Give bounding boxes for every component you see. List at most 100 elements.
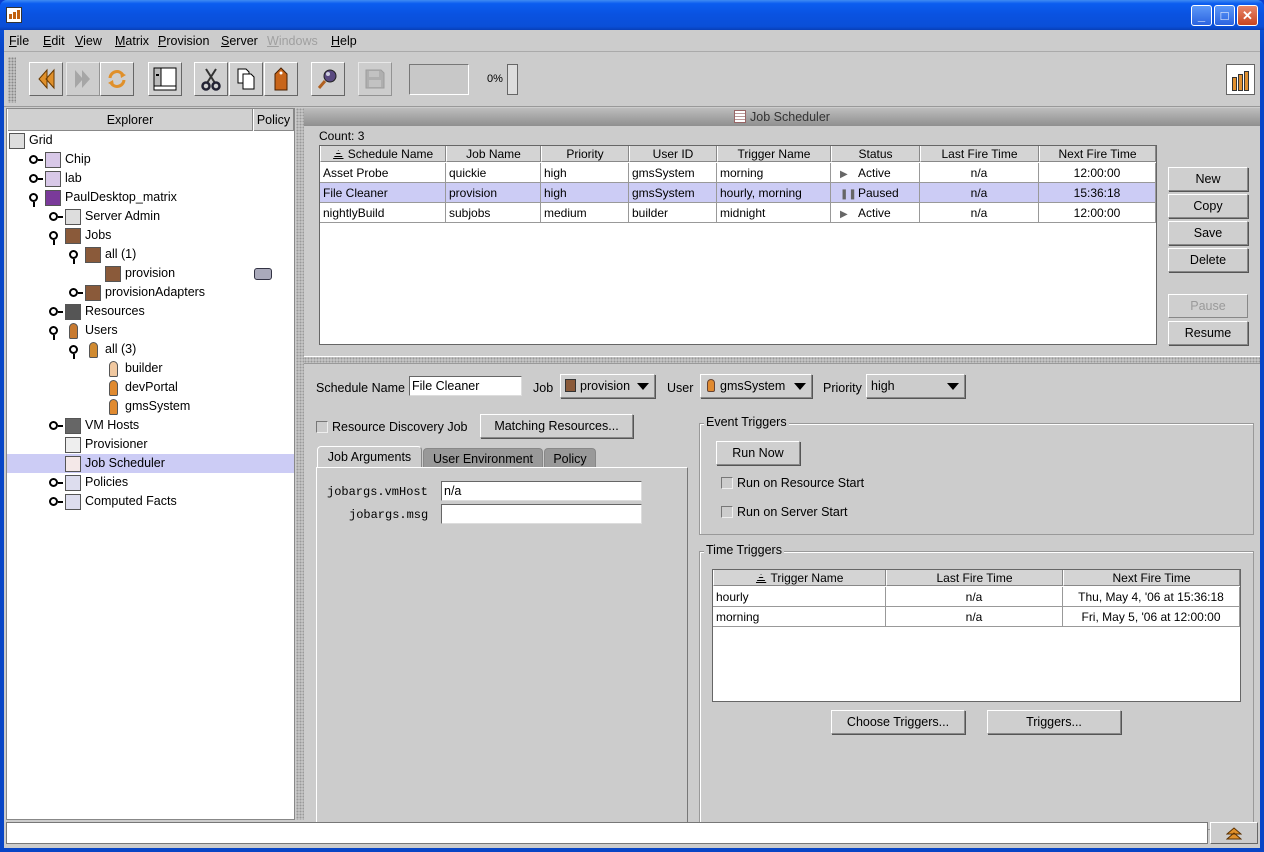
column-header[interactable]: Job Name: [446, 146, 541, 162]
collapse-toggle-icon[interactable]: [29, 193, 38, 207]
column-header[interactable]: Next Fire Time: [1063, 570, 1240, 586]
vertical-splitter[interactable]: [296, 108, 304, 820]
horizontal-splitter[interactable]: [304, 356, 1260, 364]
toolbar-grip[interactable]: [8, 57, 16, 103]
refresh-button[interactable]: [100, 62, 134, 96]
collapse-toggle-icon[interactable]: [49, 231, 58, 245]
scheduler-icon: [65, 456, 81, 472]
schedule-name-input[interactable]: File Cleaner: [409, 376, 522, 396]
column-header[interactable]: Last Fire Time: [886, 570, 1063, 586]
tree-item[interactable]: PaulDesktop_matrix: [7, 188, 294, 207]
run-on-resource-start-checkbox[interactable]: [721, 477, 733, 489]
collapse-toggle-icon[interactable]: [69, 250, 78, 264]
new-button[interactable]: New: [1168, 167, 1248, 191]
expand-toggle-icon[interactable]: [49, 421, 63, 430]
maximize-button[interactable]: □: [1214, 5, 1235, 26]
tree-item[interactable]: lab: [7, 169, 294, 188]
app-icon: [6, 7, 22, 23]
status-bar: [6, 822, 1208, 844]
tree-item-label: builder: [125, 361, 163, 375]
policy-tab[interactable]: Policy: [253, 109, 294, 131]
triggers-button[interactable]: Triggers...: [987, 710, 1121, 734]
tree-item[interactable]: Provisioner: [7, 435, 294, 454]
column-header[interactable]: User ID: [629, 146, 717, 162]
tree-item[interactable]: Resources: [7, 302, 294, 321]
folder-icon: [65, 475, 81, 491]
tree-item[interactable]: devPortal: [7, 378, 294, 397]
tree-item[interactable]: builder: [7, 359, 294, 378]
menu-matrix[interactable]: Matrix: [115, 34, 149, 48]
tab-policy[interactable]: Policy: [544, 448, 596, 468]
cut-button[interactable]: [194, 62, 228, 96]
column-header[interactable]: Status: [831, 146, 920, 162]
job-dropdown[interactable]: provision: [560, 374, 655, 398]
column-header[interactable]: Last Fire Time: [920, 146, 1039, 162]
tab-job-arguments[interactable]: Job Arguments: [317, 446, 422, 468]
expand-console-button[interactable]: [1210, 822, 1258, 844]
tree-item[interactable]: Chip: [7, 150, 294, 169]
expand-toggle-icon[interactable]: [69, 288, 83, 297]
policy-badge-icon[interactable]: [254, 268, 272, 280]
menu-edit[interactable]: Edit: [43, 34, 65, 48]
tree-item[interactable]: all (3): [7, 340, 294, 359]
tree-item[interactable]: provision: [7, 264, 294, 283]
column-header[interactable]: Schedule Name: [320, 146, 446, 162]
tree-item[interactable]: Grid: [7, 131, 294, 150]
tree-item[interactable]: gmsSystem: [7, 397, 294, 416]
menu-view[interactable]: View: [75, 34, 102, 48]
column-header[interactable]: Trigger Name: [713, 570, 886, 586]
schedule-name-label: Schedule Name: [316, 381, 405, 395]
delete-button[interactable]: Delete: [1168, 248, 1248, 272]
menu-provision[interactable]: Provision: [158, 34, 209, 48]
back-button[interactable]: [29, 62, 63, 96]
expand-toggle-icon[interactable]: [29, 155, 43, 164]
expand-toggle-icon[interactable]: [49, 478, 63, 487]
tree-item[interactable]: Users: [7, 321, 294, 340]
chart-button[interactable]: [1226, 64, 1255, 95]
arg-value-vmhost-input[interactable]: n/a: [441, 481, 642, 501]
matching-resources-button[interactable]: Matching Resources...: [480, 414, 633, 438]
run-now-button[interactable]: Run Now: [716, 441, 800, 465]
minimize-button[interactable]: _: [1191, 5, 1212, 26]
save-button[interactable]: Save: [1168, 221, 1248, 245]
resume-button[interactable]: Resume: [1168, 321, 1248, 345]
expand-toggle-icon[interactable]: [49, 497, 63, 506]
copy-schedule-button[interactable]: Copy: [1168, 194, 1248, 218]
tree-item[interactable]: Computed Facts: [7, 492, 294, 511]
paste-button[interactable]: [264, 62, 298, 96]
tree-item[interactable]: provisionAdapters: [7, 283, 294, 302]
resource-discovery-checkbox[interactable]: [316, 421, 328, 433]
collapse-toggle-icon[interactable]: [49, 326, 58, 340]
expand-toggle-icon[interactable]: [49, 212, 63, 221]
expand-toggle-icon[interactable]: [29, 174, 43, 183]
expand-toggle-icon[interactable]: [49, 307, 63, 316]
user-dropdown[interactable]: gmsSystem: [700, 374, 812, 398]
tree-item[interactable]: Job Scheduler: [7, 454, 294, 473]
tree-item[interactable]: Jobs: [7, 226, 294, 245]
column-header[interactable]: Trigger Name: [717, 146, 831, 162]
title-bar[interactable]: _ □ ✕: [0, 0, 1264, 30]
tree-item[interactable]: Server Admin: [7, 207, 294, 226]
table-cell-schedule: Asset Probe: [320, 163, 446, 183]
column-header[interactable]: Next Fire Time: [1039, 146, 1156, 162]
arg-value-msg-input[interactable]: [441, 504, 642, 524]
copy-button[interactable]: [229, 62, 263, 96]
tab-user-environment[interactable]: User Environment: [423, 448, 543, 468]
tree-item[interactable]: VM Hosts: [7, 416, 294, 435]
tree-item[interactable]: all (1): [7, 245, 294, 264]
menu-server[interactable]: Server: [221, 34, 258, 48]
collapse-toggle-icon[interactable]: [69, 345, 78, 359]
tree-item[interactable]: Policies: [7, 473, 294, 492]
priority-dropdown[interactable]: high: [866, 374, 965, 398]
run-on-server-start-checkbox[interactable]: [721, 506, 733, 518]
table-cell-user: gmsSystem: [629, 163, 717, 183]
close-button[interactable]: ✕: [1237, 5, 1258, 26]
explorer-tab[interactable]: Explorer: [7, 109, 253, 131]
search-button[interactable]: [311, 62, 345, 96]
choose-triggers-button[interactable]: Choose Triggers...: [831, 710, 965, 734]
column-header[interactable]: Priority: [541, 146, 629, 162]
search-icon: [317, 69, 337, 89]
menu-file[interactable]: File: [9, 34, 29, 48]
menu-help[interactable]: Help: [331, 34, 357, 48]
layout-button[interactable]: [148, 62, 182, 96]
